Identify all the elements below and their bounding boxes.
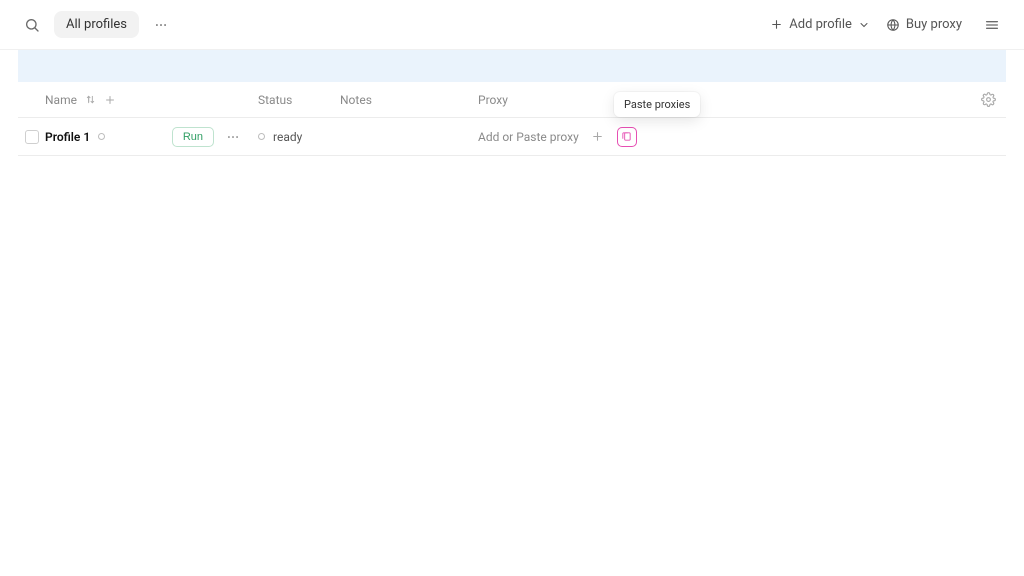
buy-proxy-label: Buy proxy — [906, 17, 962, 32]
plus-icon — [770, 18, 783, 31]
search-icon[interactable] — [18, 11, 46, 39]
menu-icon[interactable] — [978, 11, 1006, 39]
status-dot-icon — [98, 133, 105, 140]
table-row: Profile 1 Run ready Add or Paste proxy — [18, 118, 1006, 156]
table-header: Name Status Notes Proxy Paste proxies — [18, 82, 1006, 118]
buy-proxy-button[interactable]: Buy proxy — [886, 17, 962, 32]
row-more-icon[interactable] — [218, 130, 248, 144]
paste-proxy-button[interactable] — [617, 127, 637, 147]
paste-proxies-tooltip: Paste proxies — [614, 92, 700, 117]
sort-icon[interactable] — [85, 94, 96, 105]
column-name[interactable]: Name — [45, 93, 77, 107]
add-column-icon[interactable] — [104, 94, 116, 106]
profiles-table: Name Status Notes Proxy Paste proxies — [18, 82, 1006, 156]
proxy-placeholder[interactable]: Add or Paste proxy — [478, 130, 579, 144]
row-checkbox[interactable] — [25, 130, 39, 144]
add-profile-label: Add profile — [789, 17, 852, 32]
add-proxy-icon[interactable] — [589, 128, 607, 146]
more-icon[interactable] — [147, 11, 175, 39]
column-notes[interactable]: Notes — [340, 93, 478, 107]
column-status[interactable]: Status — [258, 93, 340, 107]
chevron-down-icon — [858, 19, 870, 31]
table-settings-icon[interactable] — [981, 92, 996, 107]
run-button[interactable]: Run — [172, 127, 214, 147]
filter-all-profiles[interactable]: All profiles — [54, 11, 139, 38]
profile-name[interactable]: Profile 1 — [45, 130, 90, 144]
globe-icon — [886, 18, 900, 32]
column-proxy[interactable]: Proxy — [478, 93, 966, 107]
status-indicator-icon — [258, 133, 265, 140]
info-banner — [18, 50, 1006, 82]
clipboard-icon — [621, 131, 632, 142]
add-profile-button[interactable]: Add profile — [770, 17, 870, 32]
top-toolbar: All profiles Add profile Buy proxy — [0, 0, 1024, 50]
status-text: ready — [273, 130, 302, 144]
